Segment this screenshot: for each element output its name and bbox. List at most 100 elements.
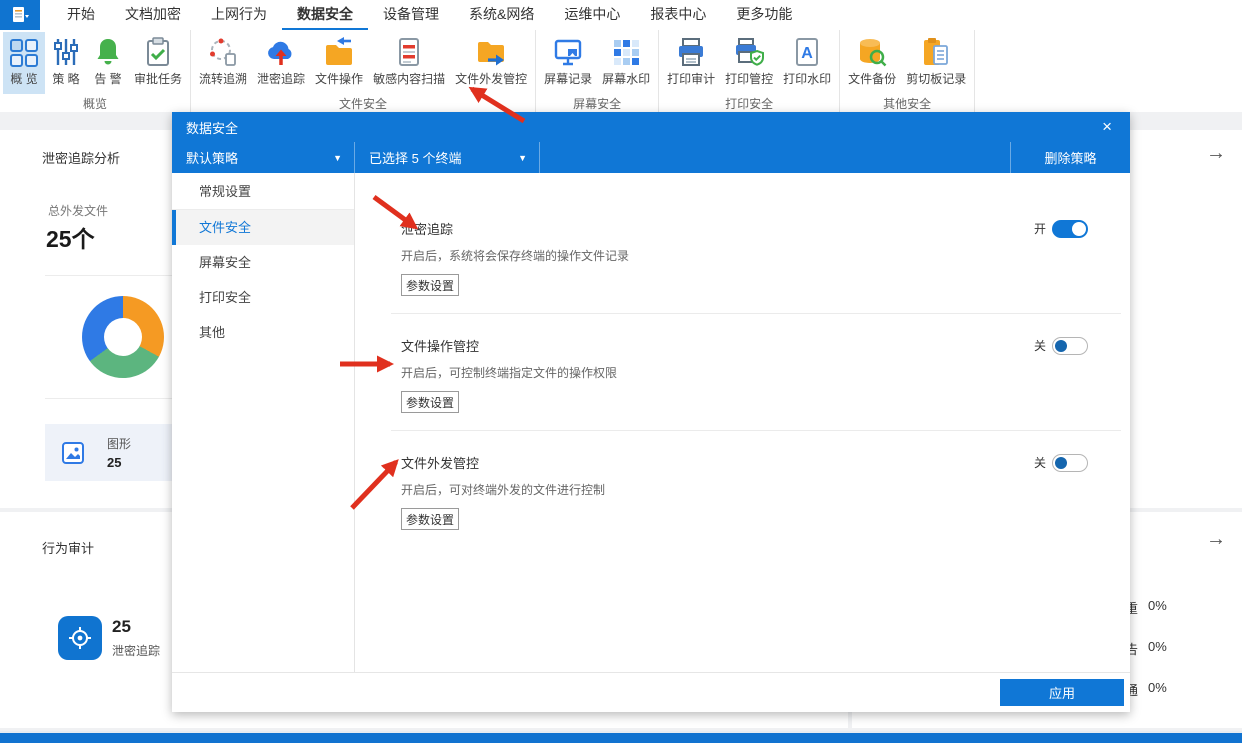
tab-report-center[interactable]: 报表中心 [635,0,721,30]
data-security-dialog: 数据安全 × 默认策略 ▼ 已选择 5 个终端 ▼ 删除策略 常规设置 文件安全… [172,112,1130,712]
toggle-state-label: 开 [1034,220,1046,237]
ribbon-item-print-audit[interactable]: 打印审计 [662,32,720,94]
section-description: 开启后，可控制终端指定文件的操作权限 [401,364,1088,381]
toggle-switch[interactable] [1052,220,1088,238]
param-settings-button[interactable]: 参数设置 [401,274,459,296]
ribbon-item-screen-watermark[interactable]: 屏幕水印 [597,32,655,94]
flow-trace-icon [207,36,239,68]
tab-more-features[interactable]: 更多功能 [721,0,807,30]
terminal-selection-dropdown[interactable]: 已选择 5 个终端 ▼ [355,142,540,173]
tab-system-network[interactable]: 系统&网络 [454,0,549,30]
tab-device-management[interactable]: 设备管理 [368,0,454,30]
ribbon-item-label: 敏感内容扫描 [373,70,445,87]
ribbon-group-label: 打印安全 [662,94,836,112]
ribbon-item-label: 文件操作 [315,70,363,87]
file-backup-icon [856,36,888,68]
ribbon-item-label: 告 警 [94,70,121,87]
file-outgoing-toggle[interactable]: 关 [1034,454,1088,472]
dialog-title: 数据安全 [186,118,238,137]
legend-value: 0% [1148,598,1167,617]
sidebar-item-general-settings[interactable]: 常规设置 [172,174,354,209]
section-description: 开启后，可对终端外发的文件进行控制 [401,481,1088,498]
tab-data-security[interactable]: 数据安全 [282,0,368,30]
sidebar-item-screen-security[interactable]: 屏幕安全 [172,245,354,280]
ribbon-item-label: 流转追溯 [199,70,247,87]
leak-trace-stat-item[interactable]: 25 泄密追踪 [58,616,160,660]
bottom-status-bar [0,733,1242,743]
ribbon-item-approval-tasks[interactable]: 审批任务 [129,32,187,94]
panel-title: 泄密追踪分析 [42,148,120,167]
policy-dropdown[interactable]: 默认策略 ▼ [172,142,355,173]
ribbon-item-screen-record[interactable]: 屏幕记录 [539,32,597,94]
menu-tabs: 开始 文档加密 上网行为 数据安全 设备管理 系统&网络 运维中心 报表中心 更… [52,0,807,30]
panel-title: 行为审计 [42,538,94,557]
ribbon-group-label: 其他安全 [843,94,971,112]
policy-dropdown-value: 默认策略 [186,148,238,167]
ribbon-item-clipboard-record[interactable]: 剪切板记录 [901,32,971,94]
print-watermark-icon: A [791,36,823,68]
ribbon-item-print-control[interactable]: 打印管控 [720,32,778,94]
toggle-switch[interactable] [1052,454,1088,472]
ribbon-item-alerts[interactable]: 告 警 [87,32,129,94]
clipboard-record-icon [920,36,952,68]
param-settings-button[interactable]: 参数设置 [401,391,459,413]
file-outgoing-folder-icon [475,36,507,68]
tab-doc-encryption[interactable]: 文档加密 [110,0,196,30]
approval-tasks-icon [142,36,174,68]
section-title: 泄密追踪 [401,219,453,238]
target-icon [58,616,102,660]
total-outgoing-files-label: 总外发文件 [48,202,108,219]
ribbon-item-flow-trace[interactable]: 流转追溯 [194,32,252,94]
legend-value: 0% [1148,680,1167,699]
ribbon-group-other-security: 文件备份 剪切板记录 其他安全 [840,30,975,112]
section-title: 文件操作管控 [401,336,479,355]
ribbon-item-file-backup[interactable]: 文件备份 [843,32,901,94]
tab-web-behavior[interactable]: 上网行为 [196,0,282,30]
ribbon-item-label: 文件外发管控 [455,70,527,87]
file-operation-toggle[interactable]: 关 [1034,337,1088,355]
ribbon-item-label: 打印水印 [783,70,831,87]
ribbon-item-file-operation[interactable]: 文件操作 [310,32,368,94]
legend-value: 0% [1148,639,1167,658]
delete-policy-button[interactable]: 删除策略 [1010,142,1130,173]
ribbon-item-file-outgoing-control[interactable]: 文件外发管控 [450,32,532,94]
tab-home[interactable]: 开始 [52,0,110,30]
policy-sliders-icon [50,36,82,68]
app-menu-button[interactable] [0,0,40,30]
toggle-switch[interactable] [1052,337,1088,355]
app-window: 开始 文档加密 上网行为 数据安全 设备管理 系统&网络 运维中心 报表中心 更… [0,0,1242,743]
ribbon-item-label: 打印管控 [725,70,773,87]
terminal-dropdown-value: 已选择 5 个终端 [369,148,461,167]
section-file-outgoing-control: 文件外发管控 关 开启后，可对终端外发的文件进行控制 参数设置 [401,453,1088,530]
ribbon-item-sensitive-scan[interactable]: 敏感内容扫描 [368,32,450,94]
ribbon-item-leak-trace[interactable]: 泄密追踪 [252,32,310,94]
ribbon-item-print-watermark[interactable]: A 打印水印 [778,32,836,94]
ribbon-group-label: 文件安全 [194,94,532,112]
print-control-icon [733,36,765,68]
more-arrow-button[interactable]: → [1206,528,1226,551]
ribbon-item-label: 屏幕记录 [544,70,592,87]
tab-ops-center[interactable]: 运维中心 [549,0,635,30]
stat-value: 25 [112,617,160,637]
toggle-state-label: 关 [1034,337,1046,354]
list-item-label: 图形 [107,435,131,452]
ribbon-item-label: 策 略 [52,70,79,87]
sidebar-item-print-security[interactable]: 打印安全 [172,280,354,315]
leak-trace-toggle[interactable]: 开 [1034,220,1088,238]
ribbon-item-label: 剪切板记录 [906,70,966,87]
section-file-operation-control: 文件操作管控 关 开启后，可控制终端指定文件的操作权限 参数设置 [401,336,1088,431]
dialog-toolbar: 默认策略 ▼ 已选择 5 个终端 ▼ 删除策略 [172,142,1130,173]
param-settings-button[interactable]: 参数设置 [401,508,459,530]
sidebar-item-file-security[interactable]: 文件安全 [172,210,354,245]
ribbon-item-overview[interactable]: 概 览 [3,32,45,94]
ribbon-item-policy[interactable]: 策 略 [45,32,87,94]
sidebar-item-other[interactable]: 其他 [172,315,354,350]
ribbon-group-print-security: 打印审计 打印管控 [659,30,840,112]
divider [391,430,1121,431]
screen-record-icon [552,36,584,68]
close-icon[interactable]: × [1096,112,1118,142]
divider [391,313,1121,314]
more-arrow-button[interactable]: → [1206,142,1226,165]
toggle-state-label: 关 [1034,454,1046,471]
apply-button[interactable]: 应用 [1000,679,1124,706]
